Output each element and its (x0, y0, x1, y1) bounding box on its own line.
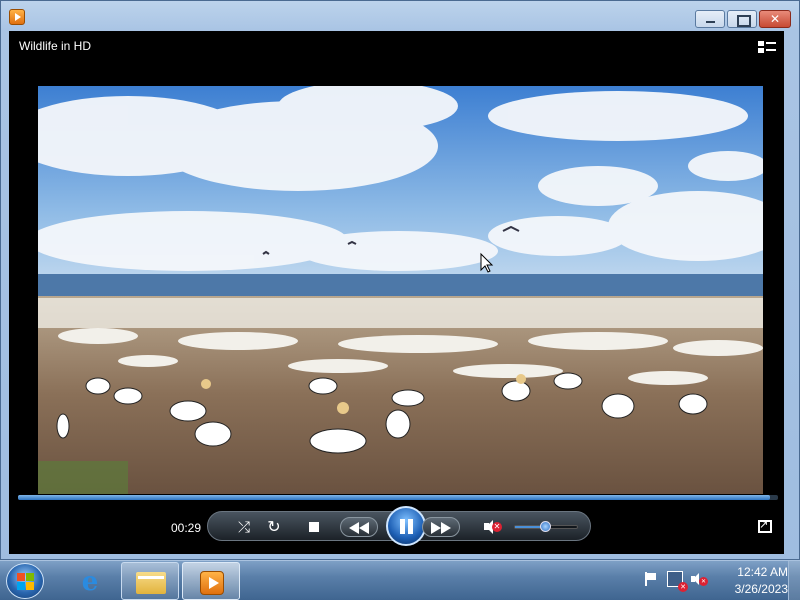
start-button[interactable] (6, 563, 44, 599)
network-disconnected-icon[interactable] (667, 571, 688, 592)
internet-explorer-icon: e (81, 567, 99, 597)
pause-button[interactable] (386, 506, 426, 546)
video-frame[interactable] (38, 86, 763, 494)
minimize-button[interactable] (695, 10, 725, 28)
title-bar[interactable] (1, 1, 799, 31)
rewind-icon (349, 522, 371, 534)
volume-muted-icon[interactable]: ✕ (690, 572, 708, 586)
clock-time: 12:42 AM (737, 565, 788, 579)
playback-controls: ⤮ ↻ ✕ (207, 506, 591, 546)
start-icon (17, 573, 34, 590)
now-playing-area: Wildlife in HD 00:29 ⤮ ↻ ✕ ↗ (9, 31, 784, 554)
media-player-window: Wildlife in HD (0, 0, 800, 560)
taskbar-item-internet-explorer[interactable]: e (60, 562, 118, 600)
maximize-button[interactable] (727, 10, 757, 28)
shuffle-icon[interactable]: ⤮ (234, 517, 254, 537)
muted-badge-icon: ✕ (492, 522, 502, 532)
gannet-colony-scene (38, 86, 763, 494)
switch-to-library-icon[interactable] (758, 39, 776, 55)
clock-date: 3/26/2023 (734, 582, 788, 596)
stop-button[interactable] (304, 517, 324, 537)
folder-icon (136, 572, 166, 594)
full-screen-icon[interactable] (758, 518, 772, 533)
previous-button[interactable] (340, 517, 378, 537)
action-center-flag-icon[interactable] (644, 572, 658, 586)
media-title: Wildlife in HD (19, 39, 92, 53)
windows-media-player-icon (200, 571, 224, 595)
repeat-icon[interactable]: ↻ (264, 517, 284, 537)
seek-bar-progress (18, 495, 771, 500)
caption-buttons (695, 10, 791, 28)
show-desktop-button[interactable] (788, 561, 800, 600)
system-clock[interactable]: 12:42 AM 3/26/2023 (714, 564, 788, 598)
close-button[interactable] (759, 10, 791, 28)
volume-thumb[interactable] (540, 521, 551, 532)
elapsed-time: 00:29 (171, 521, 202, 535)
next-button[interactable] (422, 517, 460, 537)
windows-media-player-icon (9, 9, 25, 25)
taskbar-item-windows-explorer[interactable] (121, 562, 179, 600)
seek-bar[interactable] (18, 495, 778, 500)
fast-forward-icon (431, 522, 453, 534)
volume-slider[interactable] (514, 521, 578, 532)
taskbar-item-windows-media-player[interactable] (182, 562, 240, 600)
mute-button[interactable]: ✕ (482, 517, 502, 537)
